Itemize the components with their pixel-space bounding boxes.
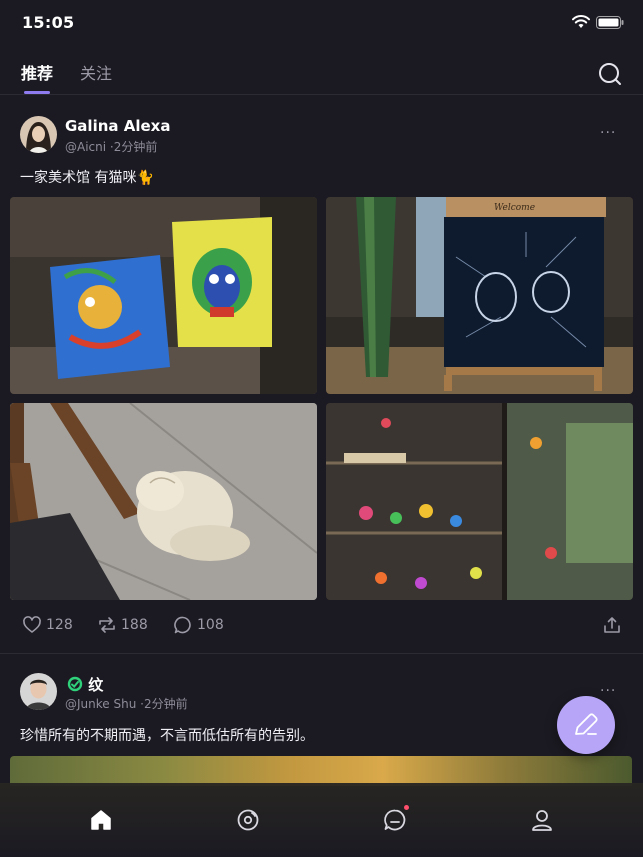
post-time: ·2分钟前 bbox=[140, 697, 188, 711]
author-name: 纹 bbox=[88, 676, 104, 694]
status-time: 15:05 bbox=[22, 13, 75, 32]
repost-button[interactable]: 188 bbox=[97, 613, 148, 637]
welcome-sign-text: Welcome bbox=[494, 203, 535, 213]
repost-icon bbox=[99, 617, 115, 633]
post-text: 珍惜所有的不期而遇，不言而低估所有的告别。 bbox=[20, 728, 314, 744]
share-button[interactable] bbox=[602, 613, 626, 637]
heart-icon bbox=[23, 616, 41, 633]
repost-count: 188 bbox=[121, 617, 148, 633]
notification-badge bbox=[404, 805, 409, 810]
comment-count: 108 bbox=[197, 617, 224, 633]
verified-badge-icon bbox=[67, 676, 83, 692]
post-time: ·2分钟前 bbox=[109, 140, 158, 154]
wifi-icon bbox=[572, 15, 590, 28]
compose-button[interactable] bbox=[557, 696, 615, 754]
post-photo-preview[interactable] bbox=[10, 756, 632, 786]
post-meta: @Aicni ·2分钟前 bbox=[65, 138, 157, 155]
author-handle: @Junke Shu bbox=[65, 697, 137, 711]
discover-icon[interactable] bbox=[235, 807, 261, 833]
pencil-icon bbox=[575, 713, 598, 735]
home-icon[interactable] bbox=[88, 807, 114, 833]
more-icon[interactable]: ··· bbox=[600, 125, 616, 141]
author-name[interactable]: Galina Alexa bbox=[65, 117, 170, 135]
battery-icon bbox=[596, 16, 624, 29]
avatar[interactable] bbox=[20, 673, 57, 710]
post-text: 一家美术馆 有猫咪🐈 bbox=[20, 170, 154, 186]
post-photo[interactable] bbox=[10, 197, 317, 394]
comment-button[interactable]: 108 bbox=[173, 613, 224, 637]
feed-tabs: 推荐 关注 bbox=[0, 54, 643, 94]
post-photo[interactable]: Welcome bbox=[326, 197, 633, 394]
post-actions: 128 188 108 bbox=[0, 613, 643, 637]
author-handle: @Aicni bbox=[65, 140, 107, 154]
bottom-nav bbox=[0, 783, 643, 857]
post-divider bbox=[0, 653, 643, 654]
profile-icon[interactable] bbox=[529, 807, 555, 833]
post-photo[interactable] bbox=[326, 403, 633, 600]
header-divider bbox=[0, 94, 643, 95]
messages-icon[interactable] bbox=[382, 807, 408, 833]
like-button[interactable]: 128 bbox=[22, 613, 73, 637]
tab-recommended[interactable]: 推荐 bbox=[21, 60, 53, 84]
author-name-row[interactable]: 纹 bbox=[67, 674, 103, 695]
avatar[interactable] bbox=[20, 116, 57, 153]
share-icon bbox=[604, 617, 620, 633]
post-photo[interactable] bbox=[10, 403, 317, 600]
search-icon[interactable] bbox=[597, 61, 623, 87]
post-meta: @Junke Shu ·2分钟前 bbox=[65, 695, 188, 712]
status-bar: 15:05 bbox=[0, 0, 643, 44]
like-count: 128 bbox=[46, 617, 73, 633]
tab-following[interactable]: 关注 bbox=[80, 60, 112, 84]
comment-icon bbox=[174, 616, 191, 634]
